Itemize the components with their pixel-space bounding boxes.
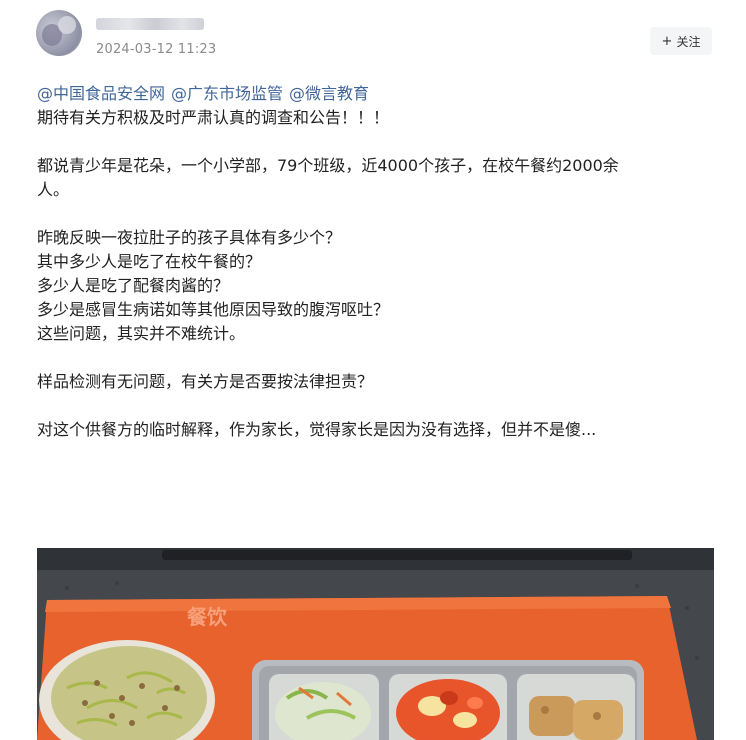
text-line: 样品检测有无问题，有关方是否要按法律担责？ <box>37 372 374 391</box>
text-line: 期待有关方积极及时严肃认真的调查和公告！！！ <box>37 108 390 127</box>
avatar-blur-shape <box>58 16 76 34</box>
paragraph: 昨晚反映一夜拉肚子的孩子具体有多少个？ 其中多少人是吃了在校午餐的？ 多少人是吃… <box>37 226 717 346</box>
paragraph: 对这个供餐方的临时解释，作为家长，觉得家长是因为没有选择，但并不是傻... <box>37 418 717 442</box>
post-photo[interactable]: 餐饮 <box>37 548 714 740</box>
text-line: 其中多少人是吃了在校午餐的？ <box>37 252 262 271</box>
paragraph: 样品检测有无问题，有关方是否要按法律担责？ <box>37 370 717 394</box>
follow-label: 关注 <box>676 34 701 49</box>
paragraph: 期待有关方积极及时严肃认真的调查和公告！！！ <box>37 106 717 130</box>
post-body: @中国食品安全网 @广东市场监管 @微言教育 期待有关方积极及时严肃认真的调查和公告… <box>37 82 717 442</box>
text-line: 多少是感冒生病诺如等其他原因导致的腹泻呕吐？ <box>37 300 390 319</box>
text-line: 都说青少年是花朵，一个小学部，79个班级，近4000个孩子，在校午餐约2000余 <box>37 156 619 175</box>
text-line: 多少人是吃了配餐肉酱的？ <box>37 276 230 295</box>
post-timestamp: 2024-03-12 11:23 <box>96 42 217 57</box>
plus-icon: + <box>661 33 673 49</box>
mention-list: @中国食品安全网 @广东市场监管 @微言教育 <box>37 82 717 106</box>
counter-slot <box>162 550 632 560</box>
mention-link[interactable]: @微言教育 <box>289 84 369 103</box>
avatar[interactable] <box>36 10 82 56</box>
follow-button[interactable]: + 关注 <box>650 27 712 55</box>
placemat-logo: 餐饮 <box>187 605 228 629</box>
text-line: 这些问题，其实并不难统计。 <box>37 324 246 343</box>
post-header: 2024-03-12 11:23 + 关注 <box>0 0 746 70</box>
mention-link[interactable]: @中国食品安全网 <box>37 84 165 103</box>
lunch-tray-illustration: 餐饮 <box>37 548 714 740</box>
text-line: 对这个供餐方的临时解释，作为家长，觉得家长是因为没有选择，但并不是傻... <box>37 420 597 439</box>
mention-link[interactable]: @广东市场监管 <box>171 84 283 103</box>
paragraph: 都说青少年是花朵，一个小学部，79个班级，近4000个孩子，在校午餐约2000余… <box>37 154 717 202</box>
text-line: 昨晚反映一夜拉肚子的孩子具体有多少个？ <box>37 228 342 247</box>
text-line: 人。 <box>37 180 70 199</box>
username-blurred[interactable] <box>96 18 204 30</box>
